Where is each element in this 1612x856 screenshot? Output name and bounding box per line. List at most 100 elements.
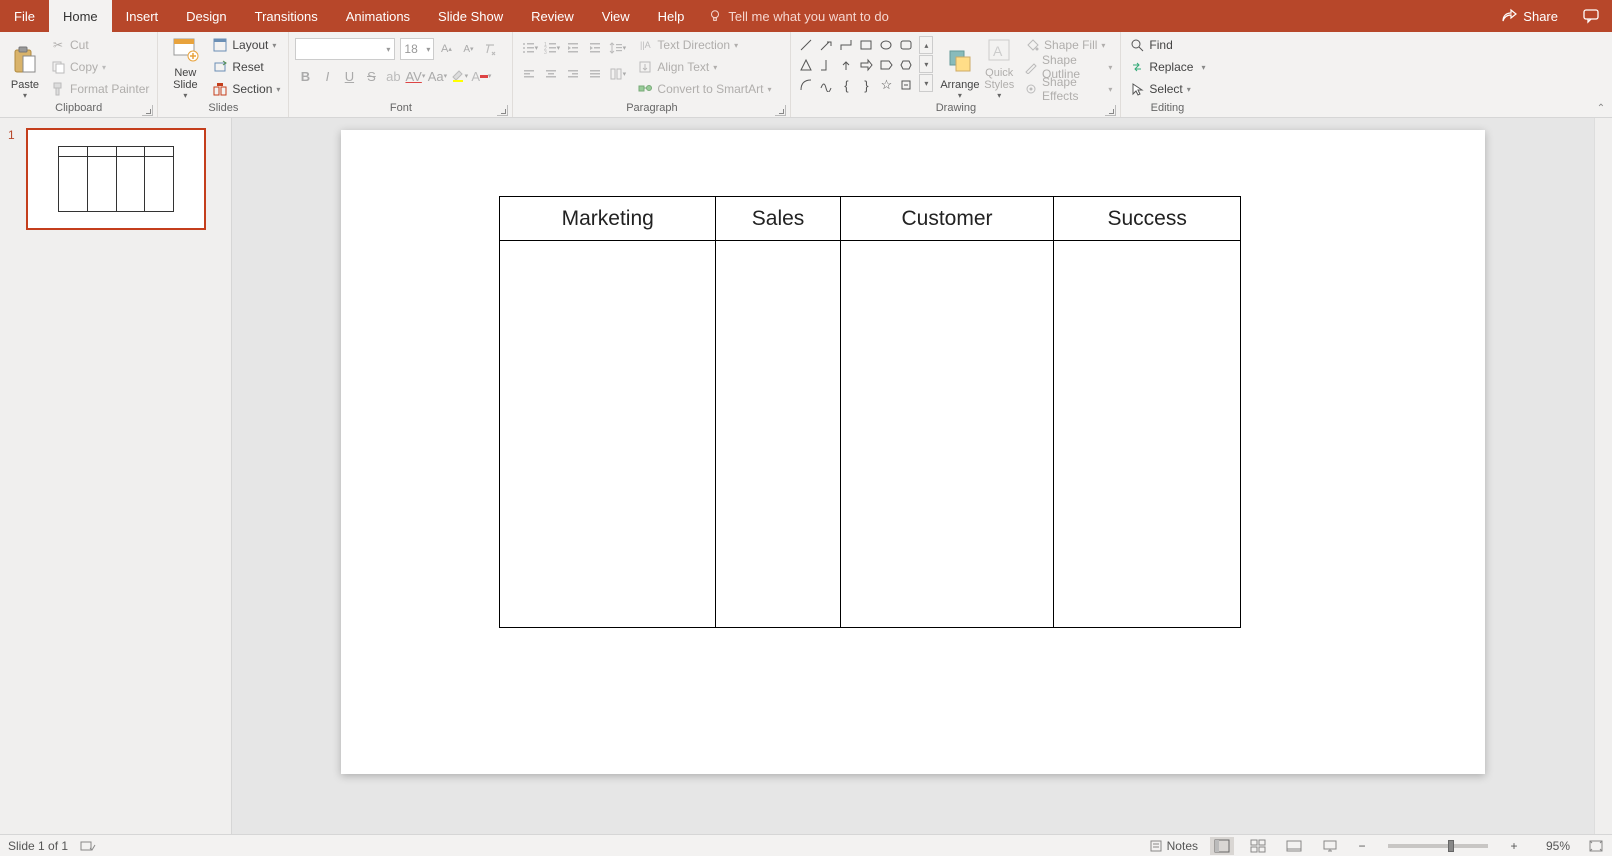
bold-button[interactable]: B [295,66,315,86]
shape-arrow-up-icon[interactable] [837,56,855,74]
shape-effects-button[interactable]: Shape Effects ▾ [1022,78,1114,100]
slide-canvas-area[interactable]: Marketing Sales Customer Success [232,118,1594,834]
table-cell[interactable] [1054,241,1241,628]
tell-me-search[interactable]: Tell me what you want to do [708,0,888,32]
gallery-expand-icon[interactable]: ▾ [919,74,933,92]
character-spacing-button[interactable]: AV▾ [405,66,425,86]
font-color-button[interactable]: A▾ [471,66,491,86]
font-highlight-button[interactable]: ▾ [449,66,469,86]
align-left-button[interactable] [519,64,539,84]
tab-help[interactable]: Help [644,0,699,32]
shape-rounded-rect-icon[interactable] [897,36,915,54]
text-direction-button[interactable]: ||A Text Direction ▾ [635,34,773,56]
dialog-launcher-icon[interactable] [775,105,786,116]
shape-pentagon-icon[interactable] [877,56,895,74]
tab-slideshow[interactable]: Slide Show [424,0,517,32]
align-text-button[interactable]: Align Text ▾ [635,56,773,78]
italic-button[interactable]: I [317,66,337,86]
fit-to-window-button[interactable] [1588,839,1604,853]
convert-smartart-button[interactable]: Convert to SmartArt ▾ [635,78,773,100]
tab-home[interactable]: Home [49,0,112,32]
shape-elbow-icon[interactable] [817,56,835,74]
columns-button[interactable]: ▾ [607,64,627,84]
strikethrough-button[interactable]: S [361,66,381,86]
tab-file[interactable]: File [0,0,49,32]
table-cell[interactable] [500,241,716,628]
table-header-cell[interactable]: Customer [840,197,1054,241]
cut-button[interactable]: ✂ Cut [48,34,151,56]
bullets-button[interactable]: ▾ [519,38,539,58]
slide[interactable]: Marketing Sales Customer Success [341,130,1485,774]
shapes-gallery[interactable]: { } ☆ [797,36,917,94]
replace-button[interactable]: Replace ▾ [1127,56,1207,78]
format-painter-button[interactable]: Format Painter [48,78,151,100]
table-header-cell[interactable]: Marketing [500,197,716,241]
tab-animations[interactable]: Animations [332,0,424,32]
zoom-slider[interactable] [1388,844,1488,848]
decrease-indent-button[interactable] [563,38,583,58]
section-button[interactable]: Section ▾ [210,78,282,100]
paste-button[interactable]: Paste ▾ [6,34,44,100]
font-size-combo[interactable]: 18▾ [400,38,434,60]
shape-line-icon[interactable] [797,36,815,54]
clear-formatting-icon[interactable] [480,39,500,59]
reading-view-button[interactable] [1282,837,1306,855]
change-case-button[interactable]: Aa▾ [427,66,447,86]
justify-button[interactable] [585,64,605,84]
table-header-cell[interactable]: Success [1054,197,1241,241]
copy-button[interactable]: Copy ▾ [48,56,151,78]
zoom-in-button[interactable]: + [1506,839,1522,853]
tab-insert[interactable]: Insert [112,0,173,32]
layout-button[interactable]: Layout ▾ [210,34,282,56]
comments-button[interactable] [1570,0,1612,32]
numbering-button[interactable]: 123▾ [541,38,561,58]
zoom-slider-thumb[interactable] [1448,840,1454,852]
increase-indent-button[interactable] [585,38,605,58]
slideshow-view-button[interactable] [1318,837,1342,855]
scroll-down-icon[interactable]: ▾ [919,55,933,73]
collapse-ribbon-button[interactable]: ⌃ [1594,101,1608,115]
shape-hexagon-icon[interactable] [897,56,915,74]
quick-styles-button[interactable]: A Quick Styles ▾ [980,34,1018,100]
shape-star-icon[interactable]: ☆ [877,76,895,94]
shape-brace-left-icon[interactable]: { [837,76,855,94]
tab-design[interactable]: Design [172,0,240,32]
normal-view-button[interactable] [1210,837,1234,855]
zoom-out-button[interactable]: − [1354,839,1370,853]
tab-review[interactable]: Review [517,0,588,32]
shape-curve-icon[interactable] [797,76,815,94]
slide-table[interactable]: Marketing Sales Customer Success [499,196,1241,628]
align-center-button[interactable] [541,64,561,84]
text-shadow-button[interactable]: ab [383,66,403,86]
new-slide-button[interactable]: New Slide ▾ [164,34,206,100]
spellcheck-icon[interactable] [80,839,96,853]
shape-triangle-icon[interactable] [797,56,815,74]
tab-transitions[interactable]: Transitions [241,0,332,32]
shape-action-icon[interactable] [897,76,915,94]
shape-arrow-line-icon[interactable] [817,36,835,54]
notes-button[interactable]: Notes [1149,839,1198,853]
underline-button[interactable]: U [339,66,359,86]
shape-oval-icon[interactable] [877,36,895,54]
decrease-font-icon[interactable]: A▾ [458,39,478,59]
shape-rectangle-icon[interactable] [857,36,875,54]
table-cell[interactable] [716,241,840,628]
shape-freeform-icon[interactable] [817,76,835,94]
zoom-level[interactable]: 95% [1534,839,1570,853]
scroll-up-icon[interactable]: ▴ [919,36,933,54]
table-cell[interactable] [840,241,1054,628]
dialog-launcher-icon[interactable] [1105,105,1116,116]
select-button[interactable]: Select ▾ [1127,78,1207,100]
font-name-combo[interactable]: ▾ [295,38,395,60]
slide-thumbnail-1[interactable] [26,128,206,230]
tab-view[interactable]: View [588,0,644,32]
share-button[interactable]: Share [1489,0,1570,32]
table-header-cell[interactable]: Sales [716,197,840,241]
reset-button[interactable]: Reset [210,56,282,78]
dialog-launcher-icon[interactable] [142,105,153,116]
shape-arrow-right-icon[interactable] [857,56,875,74]
increase-font-icon[interactable]: A▴ [436,39,456,59]
vertical-scrollbar[interactable] [1594,118,1612,834]
find-button[interactable]: Find [1127,34,1207,56]
dialog-launcher-icon[interactable] [497,105,508,116]
